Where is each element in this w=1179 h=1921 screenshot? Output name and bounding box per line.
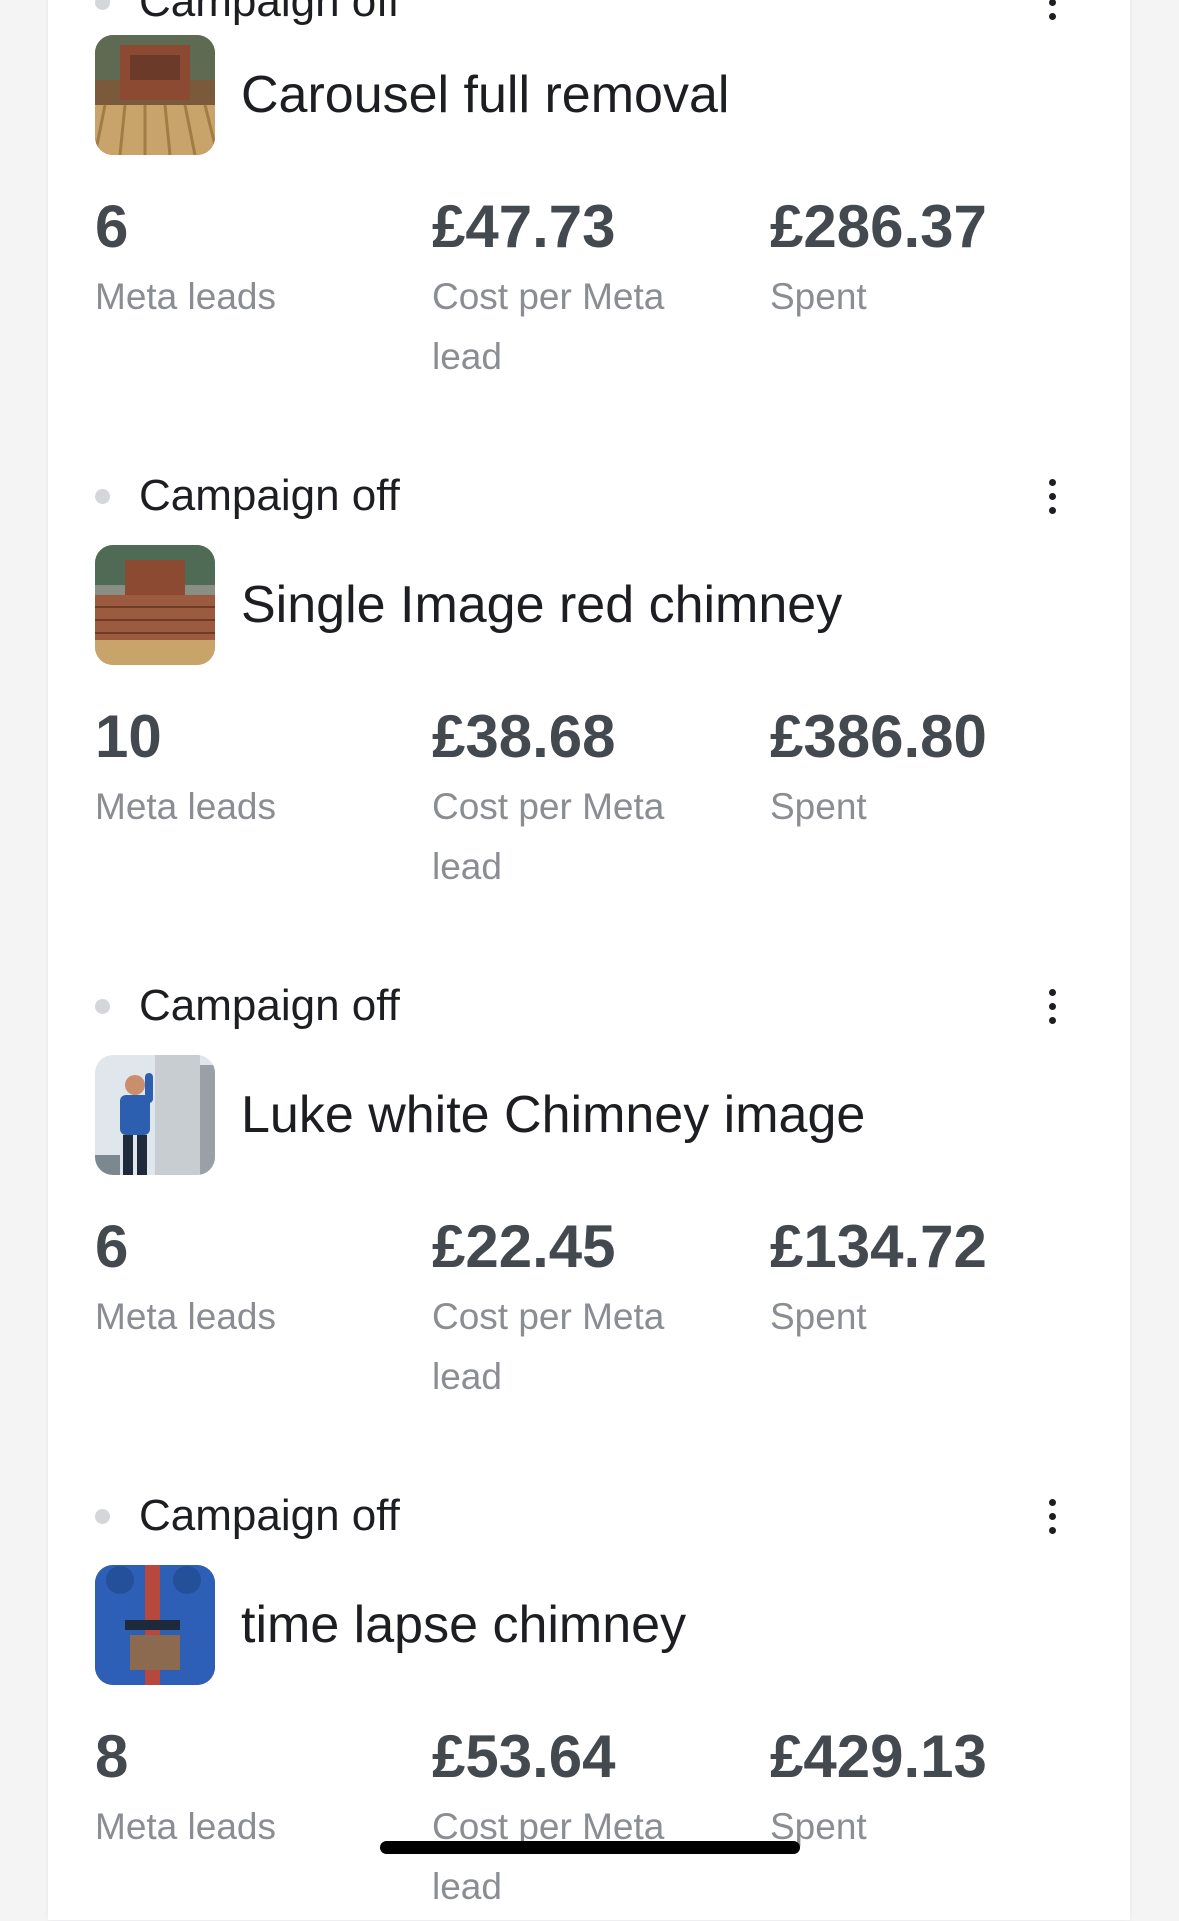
metric-value: 8 <box>95 1723 129 1790</box>
cost-per-lead-metric: £47.73 Cost per Meta lead <box>432 191 702 387</box>
cost-per-lead-metric: £53.64 Cost per Meta lead <box>432 1721 702 1917</box>
metric-value: £429.13 <box>770 1723 987 1790</box>
metrics-row: 10 Meta leads £38.68 Cost per Meta lead … <box>95 701 1075 901</box>
campaign-item[interactable]: Campaign off Luke white Chimney image 6 … <box>95 981 1075 1411</box>
campaign-status: Campaign off <box>139 0 400 26</box>
campaign-status: Campaign off <box>139 1491 400 1540</box>
metric-label: Meta leads <box>95 1296 276 1337</box>
more-options-icon[interactable] <box>1038 0 1066 24</box>
metric-value: £134.72 <box>770 1213 987 1280</box>
metrics-row: 6 Meta leads £47.73 Cost per Meta lead £… <box>95 191 1075 391</box>
red-chimney-thumbnail <box>95 545 215 665</box>
spent-metric: £429.13 Spent <box>770 1721 1040 1857</box>
time-lapse-thumbnail <box>95 1565 215 1685</box>
metric-label: Spent <box>770 1296 867 1337</box>
metric-label: Cost per Meta lead <box>432 1806 665 1907</box>
metric-label: Cost per Meta lead <box>432 1296 665 1397</box>
campaign-item[interactable]: Campaign off time lapse chimney 8 Meta l… <box>95 1491 1075 1921</box>
more-options-icon[interactable] <box>1038 1494 1066 1538</box>
metric-label: Meta leads <box>95 276 276 317</box>
meta-leads-metric: 6 Meta leads <box>95 1211 365 1347</box>
ad-row[interactable]: time lapse chimney <box>95 1565 1075 1685</box>
meta-leads-metric: 6 Meta leads <box>95 191 365 327</box>
meta-leads-metric: 8 Meta leads <box>95 1721 365 1857</box>
campaign-status-row: Campaign off <box>95 981 1075 1030</box>
campaign-status: Campaign off <box>139 471 400 520</box>
campaign-item: Campaign off <box>95 0 1075 26</box>
metric-value: £386.80 <box>770 703 987 770</box>
status-dot-icon <box>95 998 110 1014</box>
metric-value: £22.45 <box>432 1213 616 1280</box>
metrics-row: 6 Meta leads £22.45 Cost per Meta lead £… <box>95 1211 1075 1411</box>
ad-name: time lapse chimney <box>241 1596 687 1654</box>
status-dot-icon <box>95 1508 110 1524</box>
metric-value: 6 <box>95 1213 129 1280</box>
campaign-status: Campaign off <box>139 981 400 1030</box>
metric-value: £47.73 <box>432 193 616 260</box>
ad-name: Carousel full removal <box>241 66 730 124</box>
metric-value: 10 <box>95 703 162 770</box>
white-chimney-thumbnail <box>95 1055 215 1175</box>
metric-label: Spent <box>770 276 867 317</box>
spent-metric: £134.72 Spent <box>770 1211 1040 1347</box>
campaign-item[interactable]: Campaign off Single Image red chimney 10… <box>95 471 1075 901</box>
metric-value: 6 <box>95 193 129 260</box>
campaign-status-row: Campaign off <box>95 1491 1075 1540</box>
campaign-status-row: Campaign off <box>95 0 1075 26</box>
ad-row[interactable]: Luke white Chimney image <box>95 1055 1075 1175</box>
campaign-item[interactable]: Carousel full removal 6 Meta leads £47.7… <box>95 35 1075 391</box>
metric-label: Meta leads <box>95 786 276 827</box>
spent-metric: £386.80 Spent <box>770 701 1040 837</box>
ad-row[interactable]: Single Image red chimney <box>95 545 1075 665</box>
metric-label: Cost per Meta lead <box>432 276 665 377</box>
home-indicator[interactable] <box>380 1841 800 1854</box>
meta-leads-metric: 10 Meta leads <box>95 701 365 837</box>
metric-value: £38.68 <box>432 703 616 770</box>
campaign-status-row: Campaign off <box>95 471 1075 520</box>
cost-per-lead-metric: £38.68 Cost per Meta lead <box>432 701 702 897</box>
spent-metric: £286.37 Spent <box>770 191 1040 327</box>
ad-name: Single Image red chimney <box>241 576 843 634</box>
ad-row[interactable]: Carousel full removal <box>95 35 1075 155</box>
metric-label: Spent <box>770 786 867 827</box>
status-dot-icon <box>95 488 110 504</box>
metric-label: Cost per Meta lead <box>432 786 665 887</box>
chimney-removal-thumbnail <box>95 35 215 155</box>
more-options-icon[interactable] <box>1038 984 1066 1028</box>
more-options-icon[interactable] <box>1038 474 1066 518</box>
ad-name: Luke white Chimney image <box>241 1086 866 1144</box>
metric-label: Spent <box>770 1806 867 1847</box>
metric-value: £286.37 <box>770 193 987 260</box>
metric-label: Meta leads <box>95 1806 276 1847</box>
status-dot-icon <box>95 0 110 10</box>
metric-value: £53.64 <box>432 1723 616 1790</box>
cost-per-lead-metric: £22.45 Cost per Meta lead <box>432 1211 702 1407</box>
metrics-row: 8 Meta leads £53.64 Cost per Meta lead £… <box>95 1721 1075 1921</box>
